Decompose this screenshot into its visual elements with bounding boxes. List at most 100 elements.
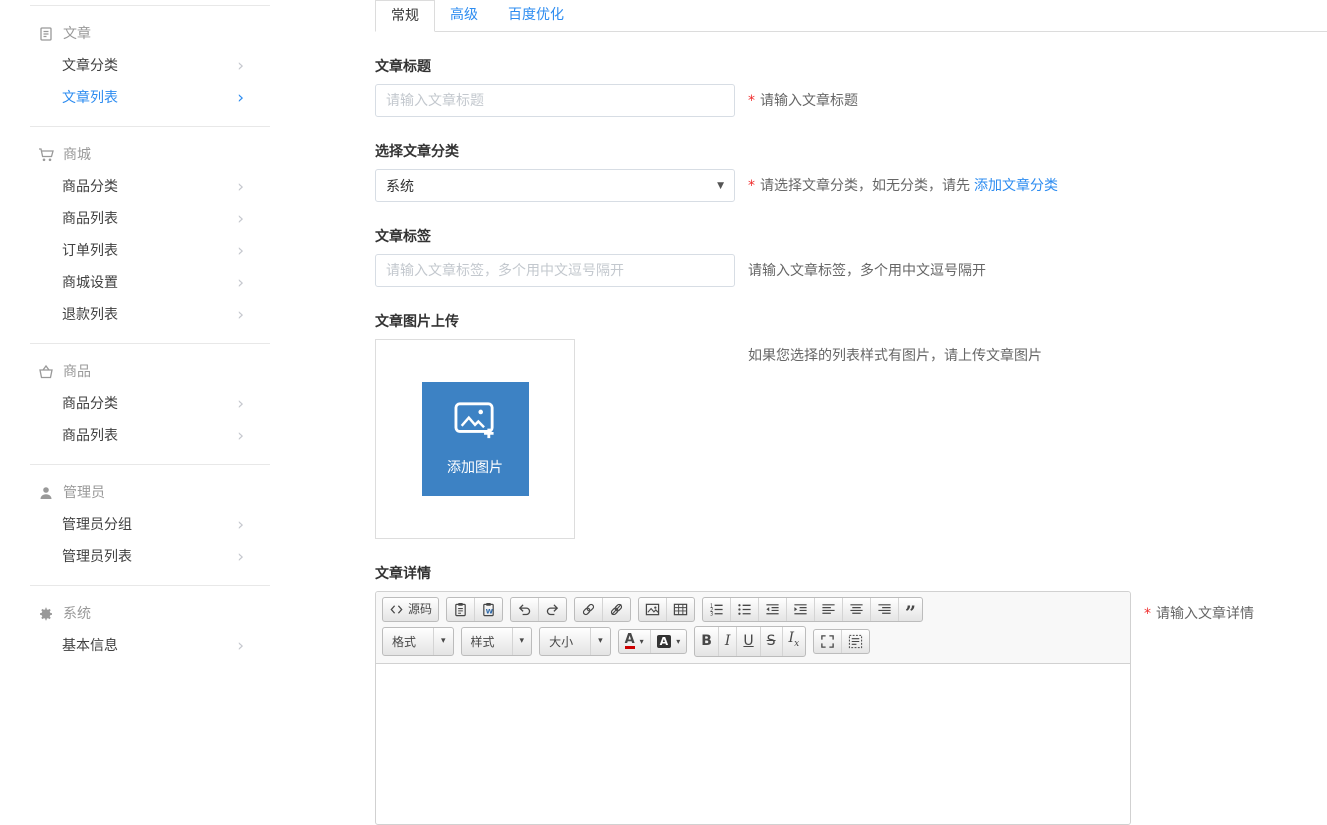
- underline-button[interactable]: U: [736, 627, 759, 656]
- sidebar-item-goods-list[interactable]: 商品列表 ›: [30, 203, 270, 235]
- sidebar-item-label: 管理员列表: [62, 549, 132, 565]
- select-arrow-icon: ▼: [717, 181, 724, 191]
- blockquote-button[interactable]: ”: [898, 598, 922, 621]
- add-article-category-link[interactable]: 添加文章分类: [974, 178, 1058, 194]
- sidebar-header-admin: 管理员: [30, 477, 270, 509]
- sidebar-item-goods-category[interactable]: 商品分类 ›: [30, 171, 270, 203]
- sidebar-item-refund-list[interactable]: 退款列表 ›: [30, 299, 270, 331]
- sidebar-header-article: 文章: [30, 18, 270, 50]
- show-blocks-button[interactable]: [841, 630, 869, 653]
- editor-toolbar: 源码 W: [376, 592, 1130, 664]
- chevron-right-icon: ›: [237, 397, 244, 411]
- article-category-select[interactable]: 系统 ▼: [375, 169, 735, 202]
- sidebar-item-admin-group[interactable]: 管理员分组 ›: [30, 509, 270, 541]
- chevron-right-icon: ›: [237, 550, 244, 564]
- required-asterisk: *: [748, 178, 755, 194]
- remove-format-button[interactable]: Ix: [782, 627, 806, 656]
- sidebar-item-label: 商城设置: [62, 275, 118, 291]
- chevron-right-icon: ›: [237, 276, 244, 290]
- tab-advanced[interactable]: 高级: [435, 0, 493, 31]
- undo-icon: [517, 602, 532, 617]
- background-color-icon: A: [657, 635, 672, 648]
- outdent-button[interactable]: [758, 598, 786, 621]
- maximize-icon: [820, 634, 835, 649]
- image-icon: [645, 602, 660, 617]
- italic-icon: I: [725, 634, 731, 649]
- sidebar-item-basic-info[interactable]: 基本信息 ›: [30, 630, 270, 662]
- sidebar-item-order-list[interactable]: 订单列表 ›: [30, 235, 270, 267]
- mall-icon: [38, 147, 54, 163]
- article-title-row: 文章标题 *请输入文章标题: [375, 59, 1327, 117]
- strikethrough-button[interactable]: S: [760, 627, 782, 656]
- sidebar-item-label: 商品分类: [62, 396, 118, 412]
- sidebar-header-system: 系统: [30, 598, 270, 630]
- add-image-button[interactable]: 添加图片: [422, 382, 529, 496]
- sidebar-item-article-category[interactable]: 文章分类 ›: [30, 50, 270, 82]
- sidebar-item-product-list[interactable]: 商品列表 ›: [30, 420, 270, 452]
- tab-bar: 常规 高级 百度优化: [375, 0, 1327, 32]
- sidebar-header-label: 文章: [63, 26, 91, 42]
- article-detail-hint: *请输入文章详情: [1144, 591, 1254, 623]
- system-icon: [38, 606, 54, 622]
- align-center-button[interactable]: [842, 598, 870, 621]
- text-color-button[interactable]: A ▾: [619, 630, 650, 653]
- format-select[interactable]: 格式 ▾: [382, 627, 454, 656]
- chevron-right-icon: ›: [237, 91, 244, 105]
- align-left-icon: [821, 602, 836, 617]
- paste-button[interactable]: [447, 598, 474, 621]
- dropdown-arrow-icon: ▾: [640, 634, 644, 649]
- article-image-row: 文章图片上传 添加图片: [375, 314, 1327, 539]
- dropdown-arrow-icon: ▾: [676, 634, 680, 649]
- align-left-button[interactable]: [814, 598, 842, 621]
- insert-table-button[interactable]: [666, 598, 694, 621]
- sidebar-item-label: 订单列表: [62, 243, 118, 259]
- source-button[interactable]: 源码: [383, 598, 438, 621]
- show-blocks-icon: [848, 634, 863, 649]
- bold-icon: B: [701, 634, 712, 649]
- sidebar-divider: [30, 464, 270, 465]
- required-asterisk: *: [1144, 606, 1151, 622]
- article-title-input[interactable]: [375, 84, 735, 117]
- background-color-button[interactable]: A ▾: [650, 630, 687, 653]
- ordered-list-button[interactable]: 123: [703, 598, 730, 621]
- article-category-row: 选择文章分类 系统 ▼ *请选择文章分类，如无分类，请先添加文章分类: [375, 144, 1327, 202]
- align-right-button[interactable]: [870, 598, 898, 621]
- bold-button[interactable]: B: [695, 627, 718, 656]
- bulleted-list-icon: [737, 602, 752, 617]
- paste-from-word-button[interactable]: W: [474, 598, 502, 621]
- outdent-icon: [765, 602, 780, 617]
- article-tags-label: 文章标签: [375, 229, 1327, 246]
- format-select-label: 格式: [383, 628, 433, 655]
- sidebar-item-admin-list[interactable]: 管理员列表 ›: [30, 541, 270, 573]
- editor-content-area[interactable]: [376, 664, 1130, 824]
- sidebar-item-mall-settings[interactable]: 商城设置 ›: [30, 267, 270, 299]
- article-tags-input[interactable]: [375, 254, 735, 287]
- editor-toolbar-row-1: 源码 W: [382, 597, 1124, 622]
- rich-text-editor: 源码 W: [375, 591, 1131, 825]
- undo-button[interactable]: [511, 598, 538, 621]
- sidebar-item-article-list[interactable]: 文章列表 ›: [30, 82, 270, 114]
- redo-button[interactable]: [538, 598, 566, 621]
- indent-button[interactable]: [786, 598, 814, 621]
- table-icon: [673, 602, 688, 617]
- italic-button[interactable]: I: [718, 627, 737, 656]
- unlink-button[interactable]: [602, 598, 630, 621]
- maximize-button[interactable]: [814, 630, 841, 653]
- editor-toolbar-row-2: 格式 ▾ 样式 ▾ 大小 ▾ A: [382, 626, 1124, 657]
- chevron-right-icon: ›: [237, 244, 244, 258]
- ordered-list-icon: 123: [709, 602, 724, 617]
- style-select[interactable]: 样式 ▾: [461, 627, 533, 656]
- blockquote-icon: ”: [905, 602, 916, 617]
- svg-text:3: 3: [710, 612, 713, 617]
- sidebar-item-product-category[interactable]: 商品分类 ›: [30, 388, 270, 420]
- article-detail-row: 文章详情 源码: [375, 566, 1327, 825]
- sidebar-item-label: 商品分类: [62, 179, 118, 195]
- tab-baidu-seo[interactable]: 百度优化: [493, 0, 579, 31]
- image-upload-box[interactable]: 添加图片: [375, 339, 575, 539]
- tab-general[interactable]: 常规: [375, 0, 435, 32]
- bulleted-list-button[interactable]: [730, 598, 758, 621]
- size-select-label: 大小: [540, 628, 590, 655]
- insert-image-button[interactable]: [639, 598, 666, 621]
- link-button[interactable]: [575, 598, 602, 621]
- size-select[interactable]: 大小 ▾: [539, 627, 611, 656]
